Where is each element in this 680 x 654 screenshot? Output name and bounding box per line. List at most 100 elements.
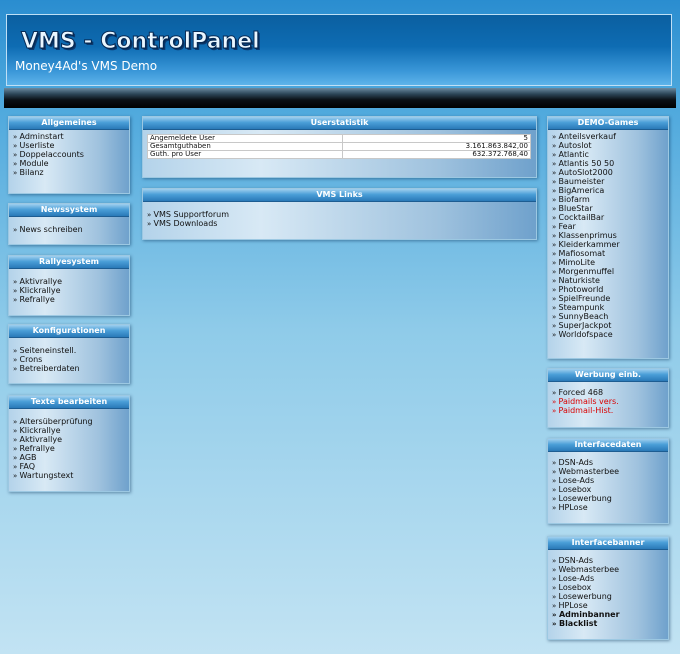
menu-link[interactable]: Doppelaccounts (13, 150, 129, 159)
menu-link[interactable]: SuperJackpot (552, 321, 668, 330)
menu-link[interactable]: Altersüberprüfung (13, 417, 129, 426)
panel-konfigurationen: Konfigurationen Seiteneinstell.CronsBetr… (8, 324, 130, 384)
panel-title: Interfacebanner (548, 537, 668, 550)
menu-link[interactable]: Forced 468 (552, 388, 668, 397)
menu-link[interactable]: News schreiben (13, 225, 129, 234)
menu-link[interactable]: Paidmails vers. (552, 397, 668, 406)
menu-link[interactable]: Losewerbung (552, 592, 668, 601)
menu-link[interactable]: Lose-Ads (552, 476, 668, 485)
menu-link[interactable]: MimoLite (552, 258, 668, 267)
menu-link[interactable]: VMS Downloads (147, 219, 536, 228)
menu-list: Seiteneinstell.CronsBetreiberdaten (9, 338, 129, 373)
menu-link[interactable]: Fear (552, 222, 668, 231)
panel-interfacebanner: Interfacebanner DSN-AdsWebmasterbeeLose-… (547, 536, 669, 640)
menu-link[interactable]: Userliste (13, 141, 129, 150)
panel-userstatistik: Userstatistik Angemeldete User 5 Gesamtgut… (142, 116, 537, 178)
menu-link[interactable]: AutoSlot2000 (552, 168, 668, 177)
menu-link[interactable]: Naturkiste (552, 276, 668, 285)
menu-link[interactable]: Kleiderkammer (552, 240, 668, 249)
menu-link[interactable]: BlueStar (552, 204, 668, 213)
panel-title: Rallyesystem (9, 256, 129, 269)
panel-title: Texte bearbeiten (9, 396, 129, 409)
menu-link[interactable]: Autoslot (552, 141, 668, 150)
vms-logo: VMS - ControlPanel (21, 29, 261, 55)
menu-list: Forced 468Paidmails vers.Paidmail-Hist. (548, 382, 668, 415)
menu-list: AktivrallyeKlickrallyeRefrallye (9, 269, 129, 304)
menu-link[interactable]: Refrallye (13, 295, 129, 304)
panel-allgemeines: Allgemeines AdminstartUserlisteDoppelacc… (8, 116, 130, 194)
menu-link[interactable]: Baumeister (552, 177, 668, 186)
panel-title: Werbung einb. (548, 369, 668, 382)
menu-list: AnteilsverkaufAutoslotAtlanticAtlantis 5… (548, 130, 668, 339)
panel-rallyesystem: Rallyesystem AktivrallyeKlickrallyeRefra… (8, 255, 130, 316)
menu-link[interactable]: Module (13, 159, 129, 168)
menu-link[interactable]: Losebox (552, 583, 668, 592)
menu-link[interactable]: Atlantic (552, 150, 668, 159)
menu-link[interactable]: BigAmerica (552, 186, 668, 195)
panel-title: DEMO-Games (548, 117, 668, 130)
menu-link[interactable]: Losewerbung (552, 494, 668, 503)
panel-texte-bearbeiten: Texte bearbeiten AltersüberprüfungKlickr… (8, 395, 130, 492)
menu-link[interactable]: Klickrallye (13, 426, 129, 435)
panel-demo-games: DEMO-Games AnteilsverkaufAutoslotAtlanti… (547, 116, 669, 359)
menu-link[interactable]: Adminbanner (552, 610, 668, 619)
panel-title: Userstatistik (143, 117, 536, 130)
menu-link[interactable]: Anteilsverkauf (552, 132, 668, 141)
menu-link[interactable]: DSN-Ads (552, 556, 668, 565)
menu-link[interactable]: Mafiosomat (552, 249, 668, 258)
menu-link[interactable]: Klassenprimus (552, 231, 668, 240)
panel-title: Interfacedaten (548, 439, 668, 452)
header-banner: VMS - ControlPanel Money4Ad's VMS Demo (6, 14, 672, 86)
menu-link[interactable]: Klickrallye (13, 286, 129, 295)
menu-link[interactable]: Photoworld (552, 285, 668, 294)
panel-title: Allgemeines (9, 117, 129, 130)
menu-link[interactable]: Adminstart (13, 132, 129, 141)
menu-link[interactable]: Refrallye (13, 444, 129, 453)
menu-link[interactable]: Wartungstext (13, 471, 129, 480)
stat-label: Guth. pro User (146, 150, 344, 159)
menu-list: DSN-AdsWebmasterbeeLose-AdsLoseboxLosewe… (548, 452, 668, 512)
menu-link[interactable]: Webmasterbee (552, 467, 668, 476)
menu-link[interactable]: Webmasterbee (552, 565, 668, 574)
site-subtitle: Money4Ad's VMS Demo (15, 59, 158, 73)
menu-list: AltersüberprüfungKlickrallyeAktivrallyeR… (9, 409, 129, 480)
menu-link[interactable]: DSN-Ads (552, 458, 668, 467)
menu-link[interactable]: Biofarm (552, 195, 668, 204)
menu-link[interactable]: FAQ (13, 462, 129, 471)
user-stats-table: Angemeldete User 5 Gesamtguthaben 3.161.863… (146, 134, 531, 159)
menu-link[interactable]: Morgenmuffel (552, 267, 668, 276)
stat-value: 632.372.768,40 (342, 150, 531, 159)
table-row: Guth. pro User 632.372.768,40 (146, 150, 531, 159)
menu-link[interactable]: Aktivrallye (13, 435, 129, 444)
menu-link[interactable]: VMS Supportforum (147, 210, 536, 219)
menu-link[interactable]: Seiteneinstell. (13, 346, 129, 355)
panel-newssystem: Newssystem News schreiben (8, 203, 130, 245)
menu-link[interactable]: AGB (13, 453, 129, 462)
menu-link[interactable]: HPLose (552, 601, 668, 610)
menu-link[interactable]: Crons (13, 355, 129, 364)
panel-vms-links: VMS Links VMS SupportforumVMS Downloads (142, 188, 537, 240)
header-divider-bar (4, 88, 676, 108)
menu-link[interactable]: Paidmail-Hist. (552, 406, 668, 415)
panel-title: Newssystem (9, 204, 129, 217)
panel-title: Konfigurationen (9, 325, 129, 338)
menu-link[interactable]: Losebox (552, 485, 668, 494)
menu-link[interactable]: CocktailBar (552, 213, 668, 222)
menu-link[interactable]: HPLose (552, 503, 668, 512)
panel-interfacedaten: Interfacedaten DSN-AdsWebmasterbeeLose-A… (547, 438, 669, 524)
menu-link[interactable]: Betreiberdaten (13, 364, 129, 373)
menu-link[interactable]: Blacklist (552, 619, 668, 628)
menu-link[interactable]: SpielFreunde (552, 294, 668, 303)
menu-list: VMS SupportforumVMS Downloads (143, 202, 536, 228)
panel-title: VMS Links (143, 189, 536, 202)
menu-link[interactable]: Lose-Ads (552, 574, 668, 583)
menu-link[interactable]: SunnyBeach (552, 312, 668, 321)
menu-list: News schreiben (9, 217, 129, 234)
menu-link[interactable]: Worldofspace (552, 330, 668, 339)
menu-link[interactable]: Atlantis 50 50 (552, 159, 668, 168)
menu-list: DSN-AdsWebmasterbeeLose-AdsLoseboxLosewe… (548, 550, 668, 628)
menu-link[interactable]: Aktivrallye (13, 277, 129, 286)
menu-link[interactable]: Bilanz (13, 168, 129, 177)
menu-link[interactable]: Steampunk (552, 303, 668, 312)
menu-list: AdminstartUserlisteDoppelaccountsModuleB… (9, 130, 129, 177)
